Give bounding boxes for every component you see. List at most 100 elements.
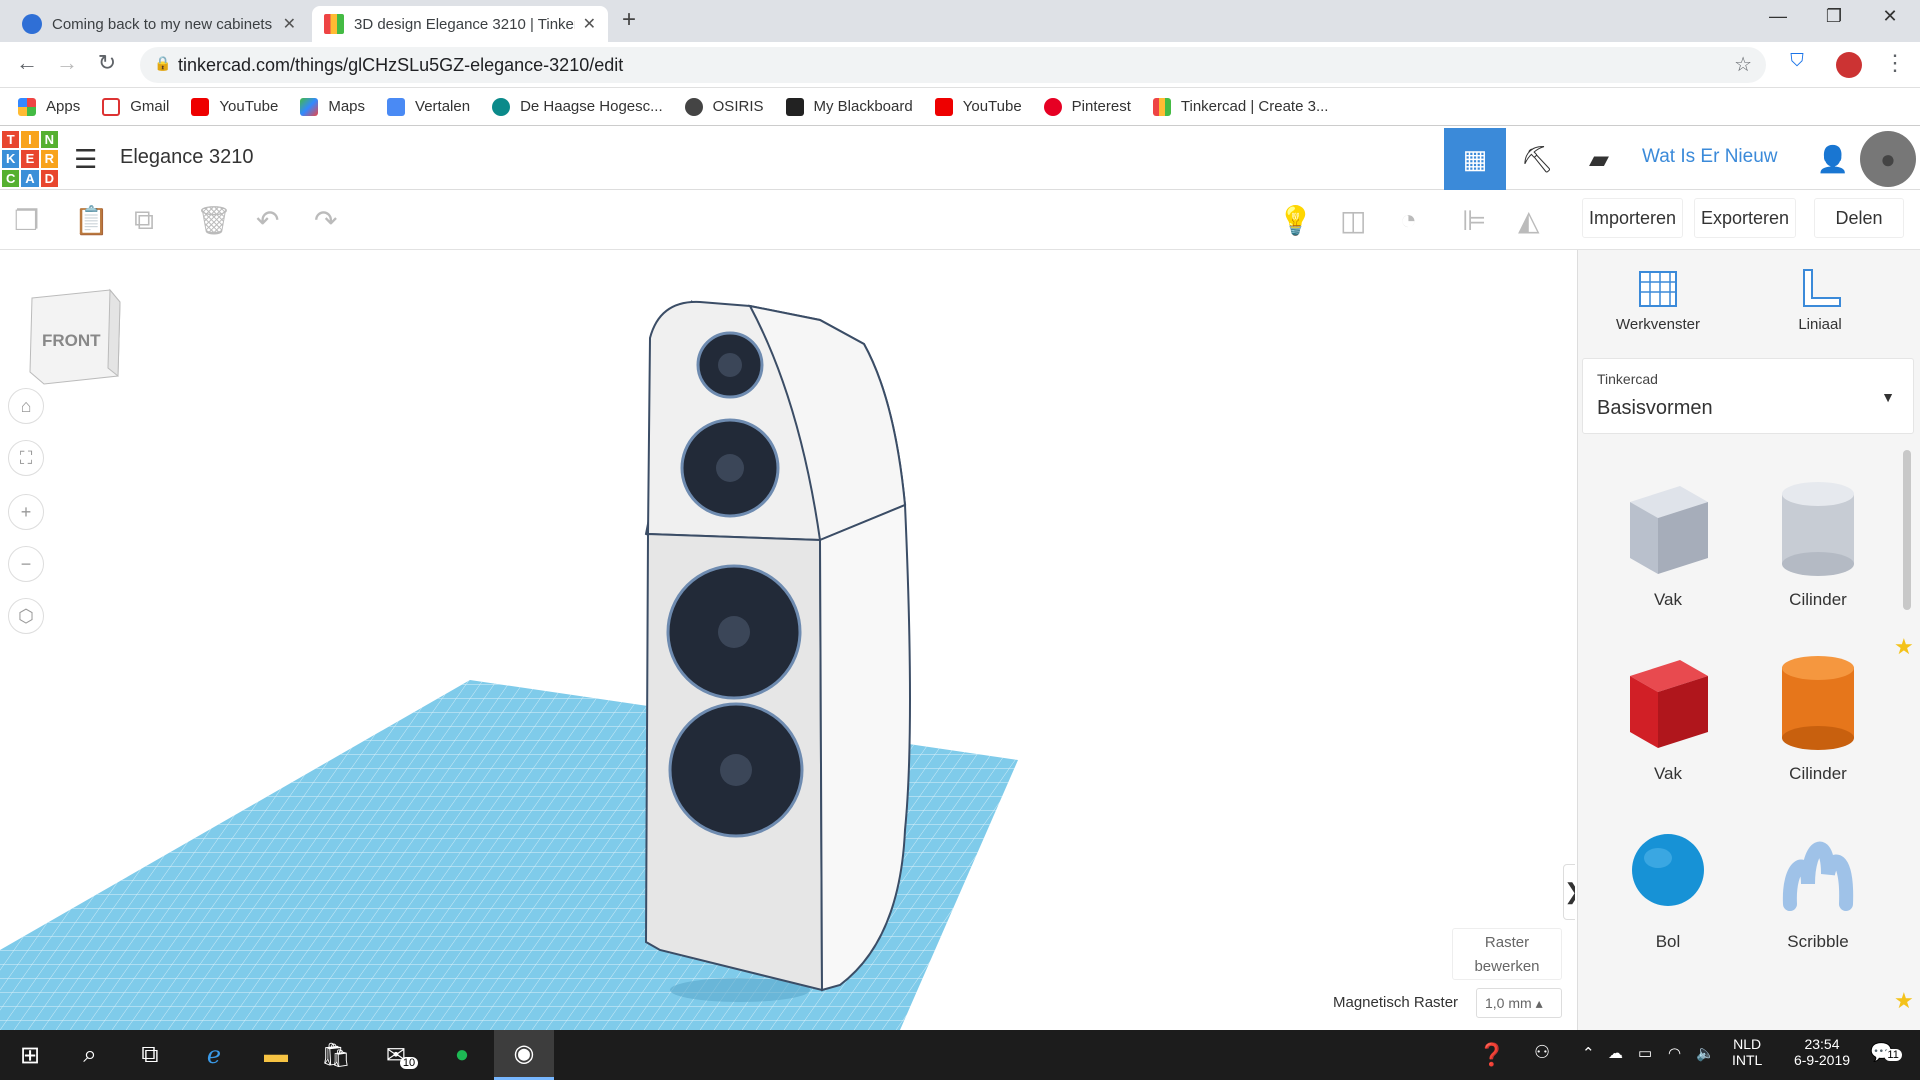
volume-icon[interactable]: 🔈 [1696,1044,1715,1062]
shape-cylinder[interactable]: Cilinder [1748,646,1888,784]
maximize-icon[interactable]: ❐ [1814,6,1854,27]
mail-icon[interactable]: ✉ 10 [372,1030,432,1080]
chrome-icon[interactable]: ◉ [494,1030,554,1080]
tab-title: 3D design Elegance 3210 | Tinkercad [354,15,575,33]
zoom-out-icon[interactable]: − [8,546,44,582]
group-icon[interactable]: ◫ [1340,204,1366,237]
perspective-cube-icon[interactable]: ⬡ [8,598,44,634]
undo-icon[interactable]: ↶ [256,204,279,237]
snap-grid-select[interactable]: 1,0 mm ▴ [1476,988,1562,1018]
search-icon[interactable]: ⌕ [60,1030,120,1080]
fit-view-icon[interactable]: ⛶ [8,440,44,476]
duplicate-icon[interactable]: ⧉ [134,204,154,237]
close-tab-icon[interactable]: ✕ [283,14,296,34]
collapse-panel-chevron-icon[interactable]: ❯ [1563,864,1575,920]
bookmark-youtube[interactable]: YouTube [191,97,278,116]
back-icon[interactable]: ← [12,50,42,76]
bookmark-youtube-2[interactable]: YouTube [934,97,1022,116]
mirror-icon[interactable]: ◭ [1518,204,1540,237]
copy-icon[interactable]: ❐ [14,204,39,237]
notifications-icon[interactable]: 💬11 [1870,1042,1902,1063]
bookmark-osiris[interactable]: OSIRIS [684,97,764,116]
share-button[interactable]: Delen [1814,198,1904,238]
onedrive-icon[interactable]: ☁ [1608,1044,1623,1062]
profile-avatar[interactable] [1836,52,1862,78]
redo-icon[interactable]: ↷ [314,204,337,237]
shape-category-dropdown[interactable]: Tinkercad Basisvormen ▼ [1582,358,1914,434]
workplane-button[interactable]: Werkvenster [1598,266,1718,333]
ruler-button[interactable]: Liniaal [1760,266,1880,333]
ungroup-icon[interactable]: ◔ [1400,204,1417,236]
bookmark-pinterest[interactable]: Pinterest [1043,97,1131,116]
dropdown-caret-icon: ▼ [1881,389,1895,405]
workplane-canvas[interactable]: FRONT ⌂ ⛶ + − ⬡ Raster bewerken Magnetis… [0,250,1575,1030]
blackboard-icon [785,97,804,116]
bookmark-star-icon[interactable]: ☆ [1734,52,1752,77]
zoom-in-icon[interactable]: + [8,494,44,530]
minimize-icon[interactable]: — [1758,6,1798,27]
wifi-icon[interactable]: ◠ [1668,1044,1681,1062]
shield-icon[interactable]: ⛉ [1782,50,1812,71]
trash-icon[interactable]: 🗑 [196,204,232,237]
tinkercad-logo[interactable]: T I N K E R C A D [2,131,58,187]
speaker-cabinet-model[interactable] [644,300,911,1002]
lego-brick-icon[interactable]: ▰ [1568,128,1630,190]
tray-chevron-icon[interactable]: ⌃ [1582,1044,1595,1062]
align-icon[interactable]: ⊫ [1462,204,1486,237]
store-icon[interactable]: 🛍 [306,1030,366,1080]
edge-icon[interactable]: ℯ [184,1030,244,1080]
youtube-icon [191,97,210,116]
view-cube[interactable]: FRONT [29,288,121,385]
shape-cylinder-hole[interactable]: Cilinder [1748,472,1888,610]
shape-scribble[interactable]: Scribble [1748,824,1888,952]
people-icon[interactable]: ⚇ [1534,1042,1550,1063]
battery-icon[interactable]: ▭ [1638,1044,1652,1062]
bookmark-maps[interactable]: Maps [300,97,365,116]
file-explorer-icon[interactable]: ▬ [246,1030,306,1080]
box-hole-icon [1630,486,1708,574]
shape-box[interactable]: Vak [1598,646,1738,784]
edit-grid-button[interactable]: Raster bewerken [1452,928,1562,980]
windows-start-icon[interactable]: ⊞ [0,1030,60,1080]
bookmark-apps[interactable]: Apps [18,97,80,116]
shape-box-hole[interactable]: Vak [1598,472,1738,610]
lightbulb-icon[interactable]: 💡 [1278,204,1313,237]
help-icon[interactable]: ❓ [1478,1042,1505,1068]
new-tab-button[interactable]: + [622,6,636,34]
spotify-icon[interactable]: ● [432,1030,492,1080]
bookmark-haagse-hogeschool[interactable]: De Haagse Hogesc... [492,97,663,116]
clock[interactable]: 23:54 6-9-2019 [1782,1036,1862,1068]
bookmark-tinkercad[interactable]: Tinkercad | Create 3... [1152,97,1328,116]
close-tab-icon[interactable]: ✕ [583,14,596,34]
3d-view-grid-icon[interactable]: ▦ [1444,128,1506,190]
url-input[interactable]: 🔒 tinkercad.com/things/glCHzSLu5GZ-elega… [140,47,1766,83]
design-title[interactable]: Elegance 3210 [120,146,253,169]
close-window-icon[interactable]: ✕ [1870,6,1910,27]
whats-new-link[interactable]: Wat Is Er Nieuw [1642,146,1778,168]
menu-icon[interactable]: ⋮ [1880,50,1910,76]
bookmark-gmail[interactable]: Gmail [102,97,169,116]
add-user-icon[interactable]: 👤 [1802,128,1864,190]
home-view-icon[interactable]: ⌂ [8,388,44,424]
shape-sphere[interactable]: Bol [1598,824,1738,952]
bookmark-blackboard[interactable]: My Blackboard [785,97,913,116]
task-view-icon[interactable]: ⧉ [120,1030,180,1080]
language-indicator[interactable]: NLD INTL [1732,1036,1762,1068]
notification-badge: 11 [1884,1049,1902,1061]
import-button[interactable]: Importeren [1582,198,1684,238]
tab-cabinets[interactable]: Coming back to my new cabinets ✕ [10,6,308,42]
tab-tinkercad[interactable]: 3D design Elegance 3210 | Tinkercad ✕ [312,6,608,42]
panel-scrollbar[interactable] [1903,450,1911,610]
3d-scene[interactable]: FRONT [0,250,1575,1030]
forward-icon[interactable]: → [52,50,82,76]
design-list-icon[interactable]: ☰ [74,144,97,175]
red-box-icon [1630,660,1708,748]
user-avatar[interactable]: ● [1860,131,1916,187]
reload-icon[interactable]: ↻ [92,50,122,76]
snap-grid-label: Magnetisch Raster [1333,994,1459,1011]
export-button[interactable]: Exporteren [1694,198,1797,238]
bookmark-vertalen[interactable]: Vertalen [387,97,470,116]
bricks-pickaxe-icon[interactable]: ⛏ [1506,128,1568,190]
paste-icon[interactable]: 📋 [74,204,109,237]
translate-icon [387,97,406,116]
